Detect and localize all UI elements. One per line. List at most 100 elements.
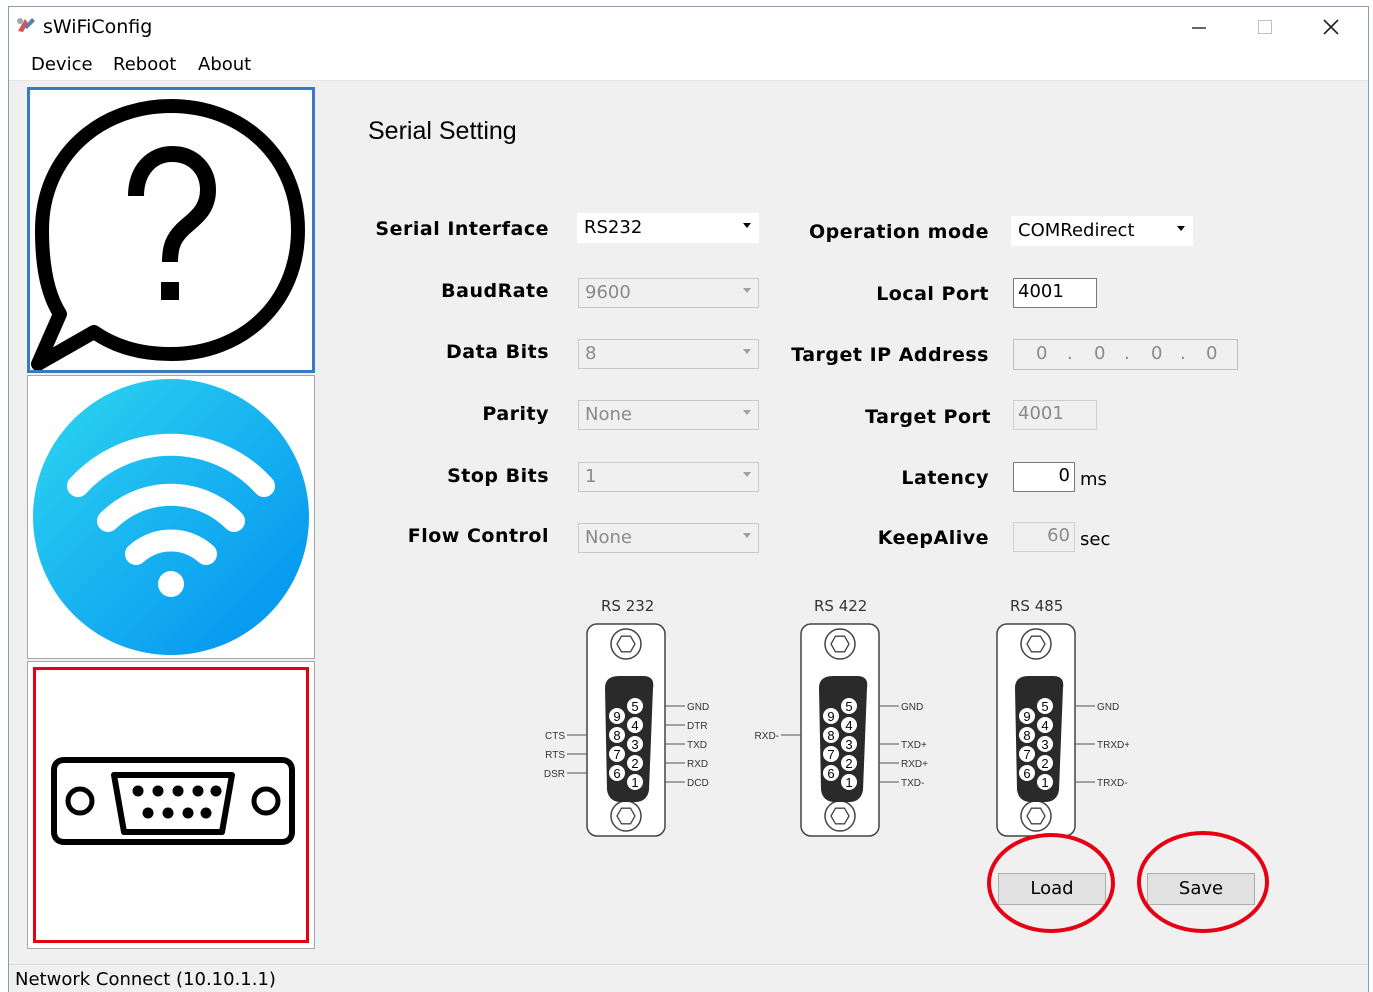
latency-input[interactable]: 0 [1013, 462, 1075, 492]
ip-octet-4: 0 [1206, 343, 1218, 364]
keepalive-label: KeepAlive [877, 527, 989, 549]
keepalive-unit: sec [1080, 529, 1111, 550]
operation-mode-select[interactable]: COMRedirect [1011, 216, 1193, 246]
chevron-down-icon [1177, 226, 1185, 231]
rs485-screw-nut-1 [1026, 807, 1046, 825]
rs422-pin-label-3: 3 [845, 737, 852, 752]
ip-dot-3: . [1180, 343, 1186, 364]
rs232-signal-label: RTS [545, 750, 565, 761]
minimize-button[interactable] [1166, 7, 1232, 47]
wifi-icon [33, 379, 309, 655]
local-port-label: Local Port [876, 283, 989, 305]
rs422-signal-label: GND [901, 702, 923, 713]
load-highlight-circle [987, 833, 1115, 933]
flow-control-value: None [585, 527, 632, 548]
local-port-input[interactable]: 4001 [1013, 278, 1097, 308]
rs422-pin-label-6: 6 [827, 766, 834, 781]
sidebar-tile-help[interactable] [27, 87, 315, 373]
rs232-pin-label-9: 9 [613, 709, 620, 724]
rs485-pin-label-2: 2 [1041, 756, 1048, 771]
selected-indicator [33, 667, 309, 943]
data-bits-value: 8 [585, 343, 597, 364]
sidebar-tile-serial[interactable] [27, 661, 315, 949]
close-icon [1323, 19, 1339, 35]
rs485-caption: RS 485 [1010, 597, 1064, 615]
window-title: sWiFiConfig [43, 16, 153, 38]
ip-octet-1: 0 [1036, 343, 1048, 364]
rs422-pin-label-8: 8 [827, 728, 834, 743]
app-window: sWiFiConfig Device Reboot About Serial S… [8, 6, 1369, 992]
serial-interface-label: Serial Interface [375, 218, 549, 240]
baudrate-value: 9600 [585, 282, 631, 303]
stop-bits-label: Stop Bits [447, 465, 549, 487]
rs485-pin-label-9: 9 [1023, 709, 1030, 724]
rs422-pin-label-2: 2 [845, 756, 852, 771]
serial-interface-select[interactable]: RS232 [577, 213, 759, 243]
rs232-signal-label: CTS [545, 731, 565, 742]
parity-select[interactable]: None [578, 400, 759, 430]
rs422-pin-label-4: 4 [845, 718, 852, 733]
rs232-pin-label-3: 3 [631, 737, 638, 752]
rs232-pin-label-8: 8 [613, 728, 620, 743]
page-title: Serial Setting [368, 117, 517, 145]
rs232-pin-label-2: 2 [631, 756, 638, 771]
rs232-signal-label: TXD [687, 740, 707, 751]
rs422-pin-label-9: 9 [827, 709, 834, 724]
parity-value: None [585, 404, 632, 425]
rs485-signal-label: TRXD- [1097, 778, 1128, 789]
rs232-signal-label: DTR [687, 721, 708, 732]
rs232-screw-nut-0 [616, 635, 636, 653]
status-text: Network Connect (10.10.1.1) [15, 969, 276, 990]
rs485-pin-label-3: 3 [1041, 737, 1048, 752]
close-button[interactable] [1298, 7, 1364, 47]
status-bar: Network Connect (10.10.1.1) [9, 964, 1368, 992]
menu-about[interactable]: About [198, 54, 251, 75]
operation-mode-label: Operation mode [809, 221, 989, 243]
connector-diagrams: 5 4 3 2 1 9 8 7 6 5 4 3 2 1 9 8 7 6 5 4 3 2 1 9 8 7 6 GND DTR TXD RXD D… [544, 623, 1129, 837]
data-bits-label: Data Bits [446, 341, 549, 363]
flow-control-label: Flow Control [407, 525, 549, 547]
rs422-signal-label: RXD+ [901, 759, 928, 770]
data-bits-select[interactable]: 8 [578, 339, 759, 369]
target-port-label: Target Port [865, 406, 991, 428]
rs422-signal-label: TXD+ [901, 740, 927, 751]
ip-octet-3: 0 [1151, 343, 1163, 364]
serial-interface-value: RS232 [584, 217, 643, 238]
rs485-pin-label-7: 7 [1023, 747, 1030, 762]
maximize-button[interactable] [1232, 7, 1298, 47]
keepalive-input[interactable]: 60 [1013, 522, 1075, 552]
save-highlight-circle [1137, 831, 1269, 933]
title-bar: sWiFiConfig [9, 7, 1368, 47]
rs232-pin-label-7: 7 [613, 747, 620, 762]
rs422-caption: RS 422 [814, 597, 868, 615]
stop-bits-select[interactable]: 1 [578, 462, 759, 492]
latency-unit: ms [1080, 469, 1107, 490]
baudrate-label: BaudRate [441, 280, 549, 302]
target-ip-input[interactable]: 0 . 0 . 0 . 0 [1013, 339, 1238, 370]
ip-octet-2: 0 [1094, 343, 1106, 364]
chevron-down-icon [743, 349, 751, 354]
rs485-pin-label-5: 5 [1041, 699, 1048, 714]
chevron-down-icon [743, 472, 751, 477]
app-icon [17, 18, 35, 32]
rs422-pin-label-5: 5 [845, 699, 852, 714]
baudrate-select[interactable]: 9600 [578, 278, 759, 308]
latency-label: Latency [901, 467, 989, 489]
rs422-signal-label: RXD- [755, 731, 779, 742]
chevron-down-icon [743, 223, 751, 228]
rs422-pin-label-7: 7 [827, 747, 834, 762]
rs232-caption: RS 232 [601, 597, 655, 615]
menu-reboot[interactable]: Reboot [113, 54, 176, 75]
flow-control-select[interactable]: None [578, 523, 759, 553]
rs485-signal-label: GND [1097, 702, 1119, 713]
rs232-pin-label-6: 6 [613, 766, 620, 781]
rs485-pin-label-1: 1 [1041, 775, 1048, 790]
rs232-signal-label: GND [687, 702, 709, 713]
menu-device[interactable]: Device [31, 54, 93, 75]
sidebar-tile-wifi[interactable] [27, 375, 315, 659]
target-port-input[interactable]: 4001 [1013, 400, 1097, 430]
maximize-icon [1258, 20, 1272, 34]
rs485-screw-nut-0 [1026, 635, 1046, 653]
ip-dot-1: . [1067, 343, 1073, 364]
rs232-pin-label-4: 4 [631, 718, 638, 733]
